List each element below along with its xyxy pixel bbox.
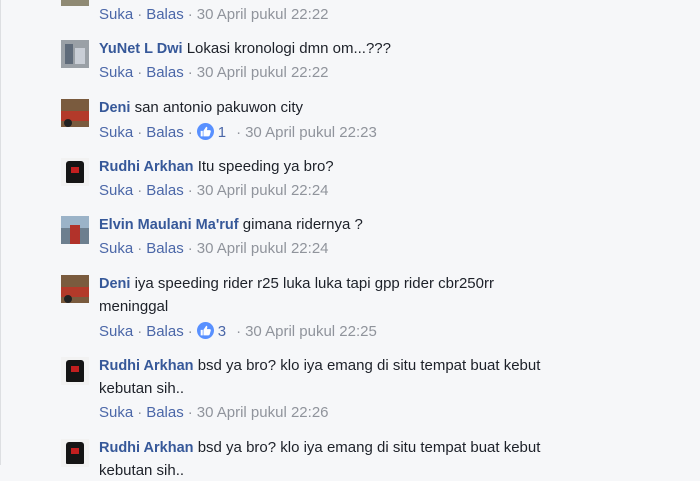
comment-timestamp[interactable]: 30 April pukul 22:23 <box>245 124 377 141</box>
comment-author[interactable]: Rudhi Arkhan <box>99 358 194 374</box>
comment-body: Deni iya speeding rider r25 luka luka ta… <box>99 273 494 295</box>
comment-timestamp[interactable]: 30 April pukul 22:22 <box>197 6 329 23</box>
comment-actions: Suka · Balas · 30 April pukul 22:24 <box>99 182 329 199</box>
comment-text: gimana ridernya ? <box>242 216 363 233</box>
avatar[interactable] <box>61 357 89 385</box>
comment-actions: Suka · Balas · 1 · 30 April pukul 22:23 <box>99 123 377 141</box>
comment-text-continued: meninggal <box>99 298 169 315</box>
like-count[interactable]: 3 <box>218 323 226 340</box>
reply-link[interactable]: Balas <box>146 6 184 23</box>
comment-text-continued: kebutan sih.. <box>99 462 185 479</box>
comment-author[interactable]: Rudhi Arkhan <box>99 440 194 456</box>
comment-author[interactable]: Rudhi Arkhan <box>99 159 194 175</box>
comment-actions: Suka · Balas · 30 April pukul 22:22 <box>99 6 329 23</box>
comment-body: Elvin Maulani Ma'ruf gimana ridernya ? <box>99 214 363 236</box>
thumbs-up-icon[interactable] <box>196 322 214 339</box>
comment-text: Itu speeding ya bro? <box>197 158 334 175</box>
like-link[interactable]: Suka <box>99 182 133 199</box>
like-link[interactable]: Suka <box>99 404 133 421</box>
like-count[interactable]: 1 <box>218 124 226 141</box>
comment-author[interactable]: Elvin Maulani Ma'ruf <box>99 217 239 233</box>
comment-text: Lokasi kronologi dmn om...??? <box>186 40 391 57</box>
comment-thread: Suka · Balas · 30 April pukul 22:22 YuNet L … <box>0 0 700 479</box>
like-link[interactable]: Suka <box>99 124 133 141</box>
comment-text: san antonio pakuwon city <box>134 99 304 116</box>
comment-text: iya speeding rider r25 luka luka tapi gp… <box>134 275 494 292</box>
avatar[interactable] <box>61 99 89 127</box>
comment-timestamp[interactable]: 30 April pukul 22:22 <box>197 64 329 81</box>
thumbs-up-icon[interactable] <box>196 123 214 140</box>
comment-actions: Suka · Balas · 30 April pukul 22:22 <box>99 64 329 81</box>
comment-body: Deni san antonio pakuwon city <box>99 97 303 119</box>
avatar[interactable] <box>61 439 89 467</box>
comment-author[interactable]: YuNet L Dwi <box>99 41 183 57</box>
comment-actions: Suka · Balas · 30 April pukul 22:24 <box>99 240 329 257</box>
comment-timestamp[interactable]: 30 April pukul 22:25 <box>245 323 377 340</box>
comment-body: Rudhi Arkhan bsd ya bro? klo iya emang d… <box>99 437 540 459</box>
comment-text: bsd ya bro? klo iya emang di situ tempat… <box>197 439 541 456</box>
comment-body: Rudhi Arkhan Itu speeding ya bro? <box>99 156 334 178</box>
comment-actions: Suka · Balas · 3 · 30 April pukul 22:25 <box>99 322 377 340</box>
comment-timestamp[interactable]: 30 April pukul 22:26 <box>197 404 329 421</box>
reply-link[interactable]: Balas <box>146 323 184 340</box>
reply-link[interactable]: Balas <box>146 124 184 141</box>
comment-body: Rudhi Arkhan bsd ya bro? klo iya emang d… <box>99 355 540 377</box>
avatar[interactable] <box>61 216 89 244</box>
avatar[interactable] <box>61 275 89 303</box>
comment-body: YuNet L Dwi Lokasi kronologi dmn om...??… <box>99 38 391 60</box>
reply-link[interactable]: Balas <box>146 64 184 81</box>
like-link[interactable]: Suka <box>99 323 133 340</box>
comment-text: bsd ya bro? klo iya emang di situ tempat… <box>197 357 541 374</box>
reply-link[interactable]: Balas <box>146 240 184 257</box>
comment-author[interactable]: Deni <box>99 100 130 116</box>
comment-timestamp[interactable]: 30 April pukul 22:24 <box>197 182 329 199</box>
comment-timestamp[interactable]: 30 April pukul 22:24 <box>197 240 329 257</box>
comment-text-continued: kebutan sih.. <box>99 380 185 397</box>
avatar[interactable] <box>61 158 89 186</box>
avatar[interactable] <box>61 0 89 6</box>
like-link[interactable]: Suka <box>99 240 133 257</box>
comment-author[interactable]: Deni <box>99 276 130 292</box>
like-link[interactable]: Suka <box>99 64 133 81</box>
reply-link[interactable]: Balas <box>146 182 184 199</box>
reply-link[interactable]: Balas <box>146 404 184 421</box>
like-link[interactable]: Suka <box>99 6 133 23</box>
comment-actions: Suka · Balas · 30 April pukul 22:26 <box>99 404 329 421</box>
avatar[interactable] <box>61 40 89 68</box>
